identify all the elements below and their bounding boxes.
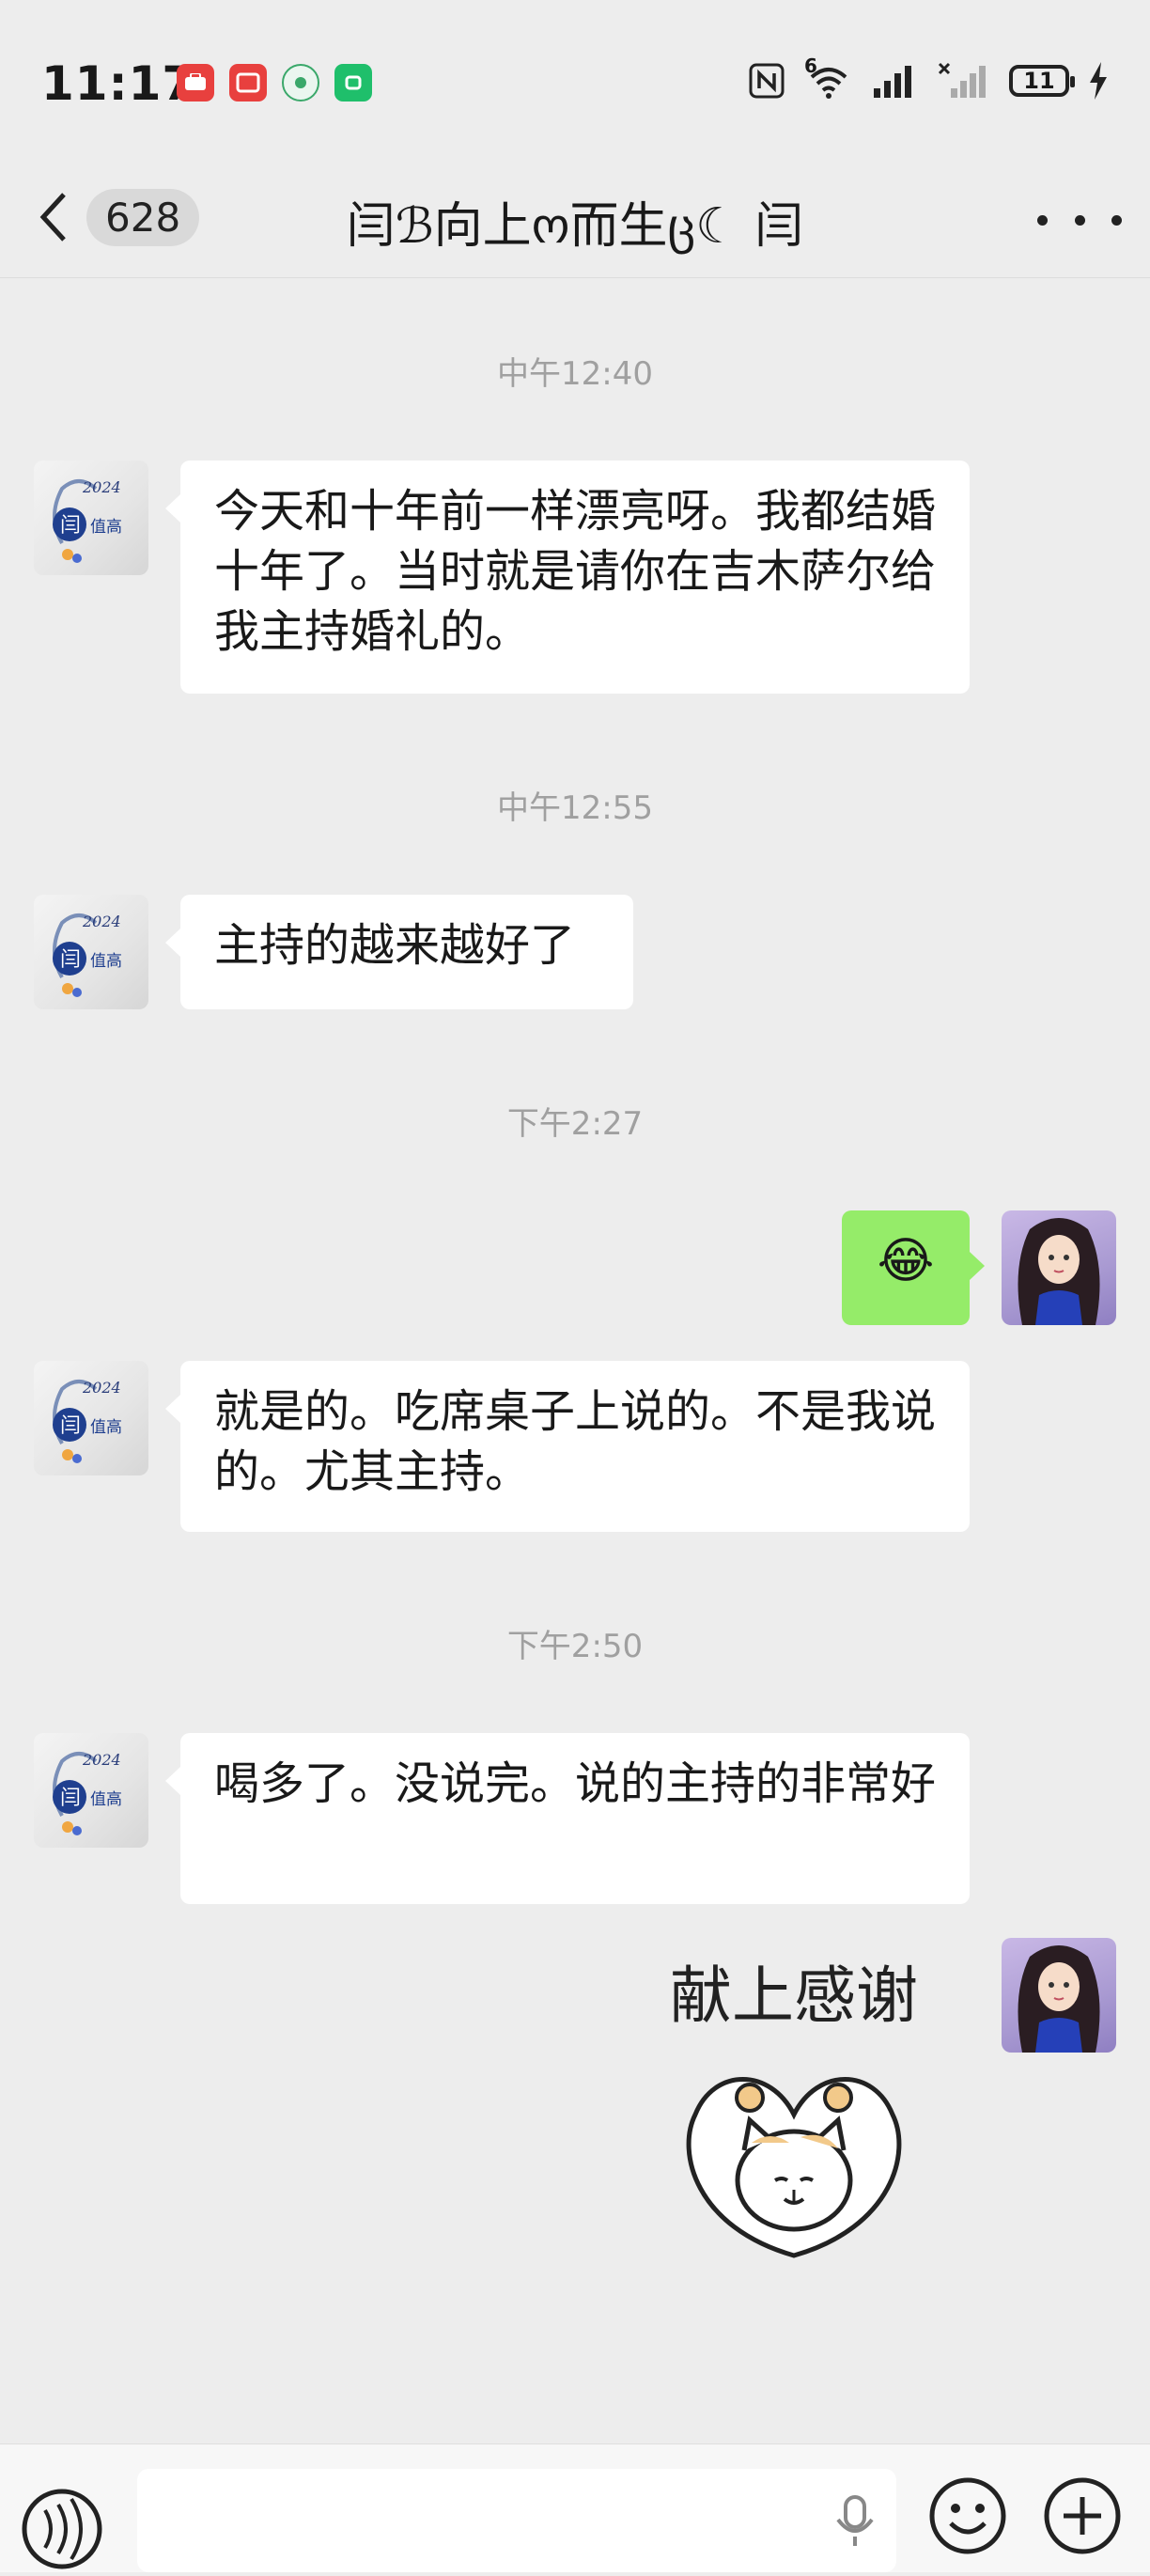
more-button[interactable]	[1037, 192, 1122, 248]
avatar-char: 闫	[60, 1787, 81, 1810]
laughing-emoji: 😂	[877, 1233, 935, 1289]
more-dot	[1037, 214, 1048, 226]
chat-title: 闫ℬ向上ო而生ც☾ 闫	[346, 198, 804, 255]
emoji-button[interactable]	[928, 2476, 1007, 2555]
avatar-caption: 值高	[90, 518, 122, 537]
more-dot	[1111, 214, 1122, 226]
reader-app-icon	[229, 64, 267, 101]
avatar-year: 2024	[82, 913, 121, 930]
voice-toggle-button[interactable]	[19, 2473, 105, 2572]
back-button[interactable]: 628	[38, 184, 207, 250]
network-type-label: 6	[804, 55, 817, 77]
unread-count-badge: 628	[86, 188, 200, 246]
mic-icon[interactable]	[834, 2495, 876, 2548]
my-avatar[interactable]	[1002, 1210, 1116, 1325]
avatar-caption: 值高	[90, 952, 122, 971]
message-text: 喝多了。没说完。说的主持的非常好	[214, 1757, 937, 1810]
app-notification-icon	[177, 64, 214, 101]
battery-level: 11	[1023, 68, 1055, 94]
battery-icon: 11	[1009, 65, 1075, 97]
thanks-sticker[interactable]: 献上感谢	[639, 1945, 949, 2284]
status-bar: 11:17 6 11	[0, 0, 1150, 160]
message-timestamp: 中午12:40	[497, 355, 653, 393]
avatar-year: 2024	[82, 478, 121, 496]
cat-heart-icon	[686, 2077, 902, 2258]
plus-button[interactable]	[1043, 2476, 1122, 2555]
signal-no-service-icon	[938, 62, 986, 98]
message-timestamp: 下午2:27	[506, 1105, 644, 1143]
contact-avatar[interactable]: 2024 闫 值高	[34, 461, 148, 575]
avatar-caption: 值高	[90, 1790, 122, 1809]
my-avatar[interactable]	[1002, 1938, 1116, 2053]
mi-app-icon	[334, 64, 372, 101]
message-input[interactable]	[137, 2469, 896, 2572]
incoming-message[interactable]: 今天和十年前一样漂亮呀。我都结婚十年了。当时就是请你在吉木萨尔给我主持婚礼的。	[165, 461, 970, 694]
input-bar	[0, 2443, 1150, 2572]
avatar-caption: 值高	[90, 1418, 122, 1437]
plus-icon	[1044, 2477, 1121, 2554]
avatar-year: 2024	[82, 1379, 121, 1397]
avatar-char: 闫	[60, 1414, 81, 1438]
message-text: 就是的。吃席桌子上说的。不是我说的。尤其主持。	[214, 1385, 937, 1498]
contact-avatar[interactable]: 2024 闫 值高	[34, 895, 148, 1009]
incoming-message[interactable]: 主持的越来越好了	[165, 895, 633, 1009]
nfc-icon	[749, 63, 785, 99]
wifi-icon: 6	[804, 55, 853, 100]
message-text: 主持的越来越好了	[214, 919, 576, 972]
message-timestamp: 下午2:50	[506, 1628, 644, 1665]
chat-header: 628 闫ℬ向上ო而生ც☾ 闫	[0, 160, 1150, 278]
avatar-year: 2024	[82, 1751, 121, 1769]
message-text: 今天和十年前一样漂亮呀。我都结婚十年了。当时就是请你在吉木萨尔给我主持婚礼的。	[214, 485, 937, 658]
incoming-message[interactable]: 喝多了。没说完。说的主持的非常好	[165, 1733, 970, 1904]
status-time: 11:17	[41, 56, 196, 111]
status-app-icons	[177, 64, 372, 101]
sticker-caption: 献上感谢	[670, 1959, 918, 2032]
message-timestamp: 中午12:55	[497, 789, 653, 827]
back-chevron-icon	[39, 193, 66, 242]
emoji-icon	[929, 2477, 1006, 2554]
charging-icon	[1090, 62, 1107, 100]
outgoing-message[interactable]: 😂	[842, 1210, 985, 1325]
contact-avatar[interactable]: 2024 闫 值高	[34, 1733, 148, 1848]
status-indicators: 6 11	[748, 55, 1109, 100]
incoming-message[interactable]: 就是的。吃席桌子上说的。不是我说的。尤其主持。	[165, 1361, 970, 1532]
voice-icon	[22, 2489, 102, 2569]
avatar-char: 闫	[60, 514, 81, 538]
signal-icon	[874, 66, 911, 98]
service-app-icon	[282, 64, 319, 101]
contact-avatar[interactable]: 2024 闫 值高	[34, 1361, 148, 1475]
avatar-char: 闫	[60, 948, 81, 972]
more-dot	[1074, 214, 1085, 226]
